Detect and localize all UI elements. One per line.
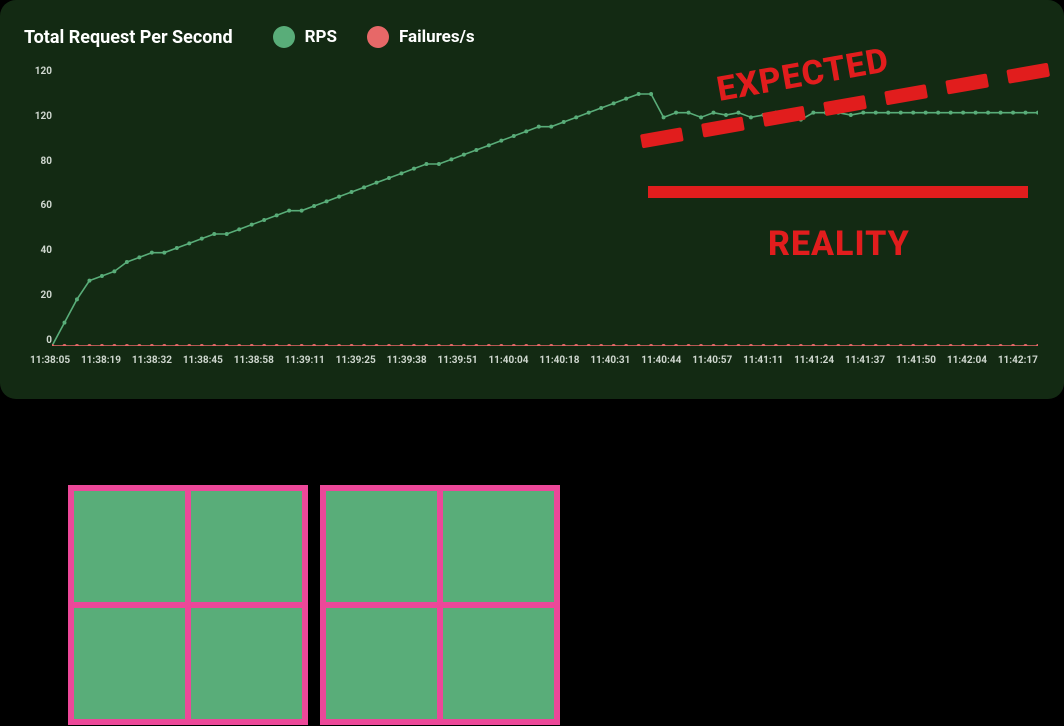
core-cell [443, 608, 554, 719]
y-tick: 40 [41, 245, 52, 256]
x-tick: 11:41:11 [743, 355, 783, 366]
x-tick: 11:41:37 [845, 355, 885, 366]
x-tick: 11:39:25 [336, 355, 376, 366]
chart-title: Total Request Per Second [24, 27, 233, 48]
x-tick: 11:39:38 [387, 355, 427, 366]
chart-header: Total Request Per Second RPS Failures/s [20, 20, 1044, 52]
reality-solid-line [648, 186, 1028, 198]
chart-svg [52, 66, 1038, 346]
core-cell [443, 491, 554, 602]
circle-icon [367, 26, 389, 48]
core-cell [191, 491, 302, 602]
x-tick: 11:42:04 [947, 355, 987, 366]
legend-item-rps[interactable]: RPS [273, 26, 337, 48]
core-cell [74, 491, 185, 602]
x-tick: 11:38:32 [132, 355, 172, 366]
x-tick: 11:38:58 [234, 355, 274, 366]
x-tick: 11:41:50 [896, 355, 936, 366]
legend-label-rps: RPS [305, 27, 337, 47]
x-axis: 11:38:05 11:38:19 11:38:32 11:38:45 11:38:58… [30, 355, 1038, 366]
core-diagram [68, 485, 560, 725]
circle-icon [273, 26, 295, 48]
x-tick: 11:39:51 [438, 355, 478, 366]
x-tick: 11:38:45 [183, 355, 223, 366]
x-tick: 11:39:11 [285, 355, 325, 366]
y-axis: 120120806040200 [20, 66, 52, 346]
x-tick: 11:40:44 [641, 355, 681, 366]
core-cell [191, 608, 302, 719]
reality-annotation: REALITY [768, 224, 910, 264]
chart-plot-area: 120120806040200 11:38:0511:38:1911:38:32… [20, 66, 1044, 376]
chart-panel: Total Request Per Second RPS Failures/s … [0, 0, 1064, 399]
legend-label-failures: Failures/s [399, 27, 475, 47]
core-cell [326, 491, 437, 602]
y-tick: 60 [41, 200, 52, 211]
core-cell [326, 608, 437, 719]
x-tick: 11:38:05 [30, 355, 70, 366]
y-tick: 120 [35, 66, 52, 77]
plot [52, 66, 1038, 346]
x-tick: 11:40:57 [692, 355, 732, 366]
core-block [320, 485, 560, 725]
y-tick: 120 [35, 111, 52, 122]
y-tick: 20 [41, 290, 52, 301]
x-tick: 11:38:19 [81, 355, 121, 366]
x-tick: 11:40:31 [590, 355, 630, 366]
x-tick: 11:42:17 [998, 355, 1038, 366]
core-cell [74, 608, 185, 719]
x-tick: 11:41:24 [794, 355, 834, 366]
legend-item-failures[interactable]: Failures/s [367, 26, 475, 48]
core-block [68, 485, 308, 725]
x-tick: 11:40:18 [539, 355, 579, 366]
y-tick: 80 [41, 156, 52, 167]
x-tick: 11:40:04 [488, 355, 528, 366]
chart-legend: RPS Failures/s [273, 26, 475, 48]
